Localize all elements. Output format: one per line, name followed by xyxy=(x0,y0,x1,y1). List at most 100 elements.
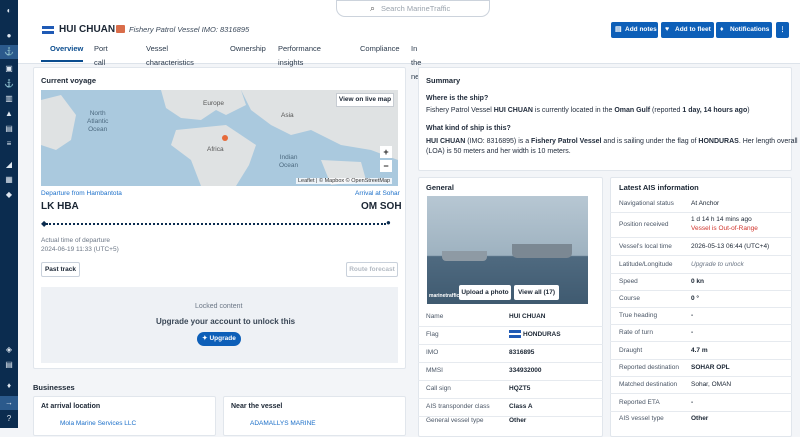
shield-icon[interactable]: ◆ xyxy=(4,190,14,200)
row-value: 334932000 xyxy=(509,367,542,374)
row-label: Draught xyxy=(619,347,643,354)
row-value: SOHAR OPL xyxy=(691,364,730,371)
row-label: Speed xyxy=(619,278,638,285)
summary-answer-kind-line1: HUI CHUAN (IMO: 8316895) is a Fishery Pa… xyxy=(426,138,798,145)
upgrade-label: Upgrade xyxy=(209,335,236,342)
destination-pin-icon: ● xyxy=(386,218,391,227)
ais-row-nav-status: Navigational status At Anchor xyxy=(610,195,792,213)
fishery-vessel-icon xyxy=(116,25,125,33)
chart-icon[interactable]: ◢ xyxy=(4,160,14,170)
search-input[interactable]: ⌕ Search MarineTraffic xyxy=(336,0,490,17)
tab-in-the-news[interactable]: In the news xyxy=(411,42,429,81)
sidebar: ◐ ● ⚓ ▣ ⚓ ▥ ▲ ▤ ≡ ◢ ▦ ◆ ◈ ▤ ♦ → ? xyxy=(0,0,18,428)
row-label: Navigational status xyxy=(619,200,674,207)
calendar-icon[interactable]: ▦ xyxy=(4,175,14,185)
past-track-button[interactable]: Past track xyxy=(41,262,80,277)
logo-icon[interactable]: ◐ xyxy=(4,6,14,16)
ais-row-speed: Speed 0 kn xyxy=(610,273,792,291)
add-to-fleet-label: Add to fleet xyxy=(675,26,711,33)
arrival-port-link[interactable]: Arrival at Sohar xyxy=(355,190,400,197)
add-notes-button[interactable]: ▤ Add notes xyxy=(611,22,658,38)
ais-row-position-received: Position received 1 d 14 h 14 mins ago Ves… xyxy=(610,213,792,238)
voyage-progress-track xyxy=(46,223,386,225)
arrival-code: OM SOH xyxy=(361,201,402,212)
add-notes-label: Add notes xyxy=(625,26,657,33)
row-label: Latitude/Longitude xyxy=(619,261,673,268)
ports-icon[interactable]: ▣ xyxy=(4,64,14,74)
summary-question-kind: What kind of ship is this? xyxy=(426,125,511,132)
near-business-link[interactable]: ADAMALLYS MARINE xyxy=(250,420,316,427)
help-icon[interactable]: ? xyxy=(4,414,14,424)
building-icon[interactable]: ▥ xyxy=(4,94,14,104)
ship-silhouette xyxy=(512,244,572,258)
tab-compliance[interactable]: Compliance xyxy=(360,42,400,62)
note-icon: ▤ xyxy=(615,26,622,33)
summary-title: Summary xyxy=(426,76,461,85)
login-icon[interactable]: → xyxy=(0,396,18,410)
upgrade-button[interactable]: ✦ Upgrade xyxy=(197,332,241,346)
a2-mid: and is sailing under the flag of xyxy=(601,138,699,145)
view-all-photos-button[interactable]: View all (17) xyxy=(514,285,559,300)
bell-icon[interactable]: ♦ xyxy=(4,381,14,391)
matched-destination-link[interactable]: Sohar, OMAN xyxy=(691,381,731,388)
tab-vessel-characteristics[interactable]: Vessel characteristics xyxy=(146,42,194,67)
tab-overview[interactable]: Overview xyxy=(41,42,83,62)
row-value: 2026-05-13 06:44 (UTC+4) xyxy=(691,243,770,250)
tag-icon[interactable]: ◈ xyxy=(4,345,14,355)
row-value: - xyxy=(691,329,694,336)
ais-row-lat-lon: Latitude/Longitude Upgrade to unlock xyxy=(610,256,792,274)
zoom-in-button[interactable]: + xyxy=(380,146,392,158)
general-row-imo: IMO 8316895 xyxy=(418,345,603,363)
zoom-out-button[interactable]: − xyxy=(380,160,392,172)
ais-row-reported-destination: Reported destination SOHAR OPL xyxy=(610,359,792,377)
honduras-flag-icon xyxy=(42,26,54,34)
ais-row-draught: Draught 4.7 m xyxy=(610,342,792,360)
route-forecast-button[interactable]: Route forecast xyxy=(346,262,398,277)
fleet-icon[interactable]: ▤ xyxy=(4,124,14,134)
tab-performance-insights[interactable]: Performance insights xyxy=(278,42,321,67)
row-value: 8316895 xyxy=(509,349,535,356)
a2-flag: HONDURAS xyxy=(698,138,739,145)
list-icon[interactable]: ≡ xyxy=(4,139,14,149)
out-of-range-status: Vessel is Out-of-Range xyxy=(691,225,758,232)
general-row-name: Name HUI CHUAN xyxy=(418,309,603,327)
ais-title: Latest AIS information xyxy=(619,183,699,192)
general-title: General xyxy=(426,183,454,192)
a1-time: 1 day, 14 hours ago xyxy=(682,107,748,114)
africa-land xyxy=(171,125,256,186)
upgrade-to-unlock-link[interactable]: Upgrade to unlock xyxy=(691,261,744,268)
search-placeholder: Search MarineTraffic xyxy=(381,4,451,13)
row-label: Reported destination xyxy=(619,364,679,371)
map-label-indian-ocean: Indian Ocean xyxy=(279,154,299,169)
map-label-asia: Asia xyxy=(281,112,294,119)
database-icon[interactable]: ▤ xyxy=(4,360,14,370)
tab-port-call-log[interactable]: Port call log xyxy=(94,42,108,81)
globe-icon[interactable]: ● xyxy=(4,31,14,41)
row-value: Other xyxy=(509,417,527,424)
a1-name: HUI CHUAN xyxy=(493,107,533,114)
departure-port-link[interactable]: Departure from Hambantota xyxy=(41,190,122,197)
map-attribution[interactable]: Leaflet | © Mapbox © OpenStreetMap xyxy=(296,178,393,184)
vessel-position-marker[interactable] xyxy=(222,135,228,141)
more-vertical-icon: ⋮ xyxy=(779,26,786,33)
add-to-fleet-button[interactable]: ♥ Add to fleet xyxy=(661,22,714,38)
ais-row-rate-of-turn: Rate of turn - xyxy=(610,324,792,342)
more-options-button[interactable]: ⋮ xyxy=(776,22,789,38)
view-live-map-button[interactable]: View on live map xyxy=(336,93,394,107)
notifications-button[interactable]: ♦ Notifications xyxy=(716,22,772,38)
row-label: Vessel's local time xyxy=(619,243,672,250)
vessel-name: HUI CHUAN xyxy=(59,24,116,35)
tab-ownership[interactable]: Ownership xyxy=(230,42,266,62)
anchor-icon[interactable]: ⚓ xyxy=(4,79,14,89)
vessel-subtitle: Fishery Patrol Vessel IMO: 8316895 xyxy=(129,25,250,34)
a2-imo: (IMO: 8316895) is a xyxy=(465,138,532,145)
row-label: Flag xyxy=(426,331,439,338)
vessel-icon[interactable]: ⚓ xyxy=(0,45,18,59)
row-label: AIS vessel type xyxy=(619,415,664,422)
upload-photo-button[interactable]: Upload a photo xyxy=(459,285,511,300)
ship-icon[interactable]: ▲ xyxy=(4,109,14,119)
bell-icon: ♦ xyxy=(720,26,724,33)
arrival-business-link[interactable]: Mola Marine Services LLC xyxy=(60,420,136,427)
current-voyage-title: Current voyage xyxy=(41,76,97,85)
near-vessel-card xyxy=(223,396,406,436)
